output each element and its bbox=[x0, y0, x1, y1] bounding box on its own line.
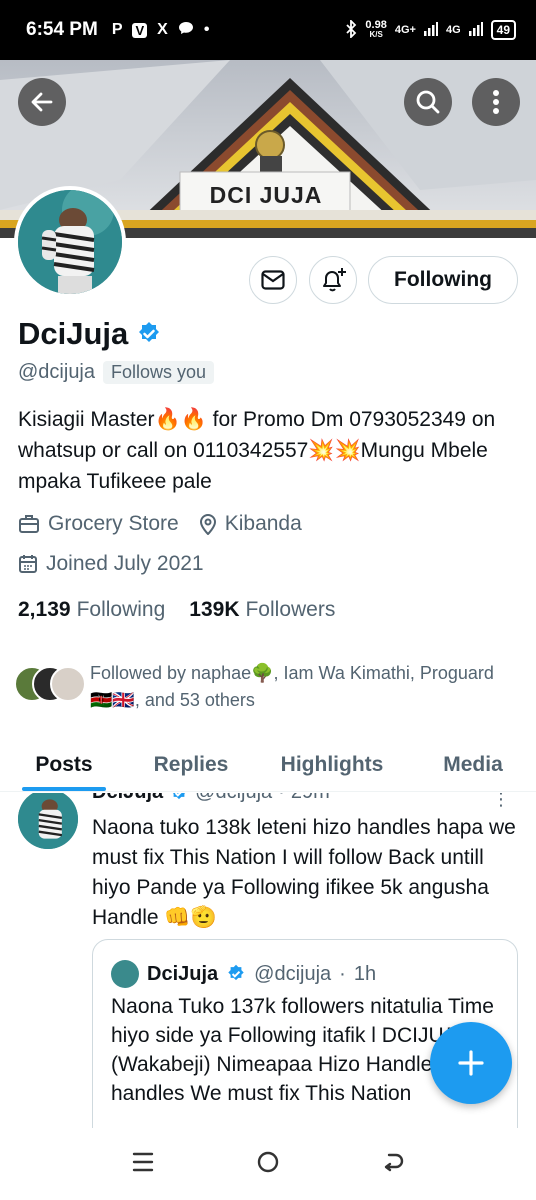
quote-header: DciJuja @dcijuja · 1h bbox=[111, 960, 376, 988]
profile-category: Grocery Store bbox=[48, 512, 179, 535]
vpn-icon: V bbox=[132, 22, 148, 38]
pinterest-icon: P bbox=[111, 21, 123, 38]
tab-active-indicator bbox=[22, 787, 106, 791]
tab-media[interactable]: Media bbox=[410, 738, 536, 791]
notifications-button[interactable] bbox=[309, 256, 357, 304]
profile-avatar[interactable] bbox=[14, 186, 126, 298]
tweet-text: Naona tuko 138k leteni hizo handles hapa… bbox=[92, 816, 516, 929]
back-arrow-icon bbox=[385, 1153, 404, 1171]
net-speed: 0.98 K/S bbox=[365, 19, 387, 40]
verified-badge-icon[interactable] bbox=[136, 321, 162, 347]
followed-by-avatars bbox=[14, 666, 86, 706]
menu-lines-icon bbox=[132, 1152, 153, 1171]
tab-label: Posts bbox=[35, 752, 93, 776]
search-button[interactable] bbox=[404, 78, 452, 126]
verified-badge-icon bbox=[173, 793, 185, 799]
network-4g-plus: 4G+ bbox=[394, 24, 416, 36]
follows-you-badge: Follows you bbox=[103, 361, 215, 384]
home-circle-icon bbox=[257, 1151, 279, 1172]
tweet-handle: @dcijuja bbox=[195, 793, 272, 804]
network-4g: 4G bbox=[445, 24, 461, 36]
location-pin-icon bbox=[199, 514, 216, 535]
calendar-icon bbox=[19, 555, 37, 573]
search-icon bbox=[416, 90, 440, 114]
tab-replies[interactable]: Replies bbox=[128, 738, 254, 791]
separator-dot: · bbox=[278, 793, 285, 804]
following-button[interactable]: Following bbox=[368, 256, 518, 304]
status-bar: 6:54 PM P V X • 0.98 K/S 4G+ 4G 49 bbox=[0, 0, 536, 60]
banner-sign-text: DCI JUJA bbox=[209, 182, 323, 208]
name-row: DciJuja bbox=[18, 316, 162, 352]
profile-meta-row: Grocery Store Kibanda bbox=[18, 512, 302, 536]
tab-posts[interactable]: Posts bbox=[0, 738, 128, 791]
profile-location: Kibanda bbox=[224, 512, 302, 535]
following-stat[interactable]: 2,139 Following bbox=[18, 598, 165, 622]
chat-icon bbox=[178, 21, 194, 40]
status-time: 6:54 PM bbox=[26, 19, 98, 40]
following-count: 2,139 bbox=[18, 598, 71, 621]
location-item: Kibanda bbox=[199, 512, 302, 536]
joined-row: Joined July 2021 bbox=[18, 552, 204, 576]
dot-icon: • bbox=[203, 21, 210, 38]
verified-badge-icon bbox=[228, 964, 244, 981]
signal-icon bbox=[423, 21, 438, 39]
quote-author-name: DciJuja bbox=[147, 962, 219, 985]
quote-time: 1h bbox=[353, 962, 377, 985]
tab-label: Media bbox=[443, 752, 503, 776]
avatar-image bbox=[18, 190, 122, 294]
recents-button[interactable] bbox=[131, 1151, 155, 1178]
tab-label: Highlights bbox=[280, 752, 384, 776]
more-options-button[interactable] bbox=[472, 78, 520, 126]
system-nav-bar bbox=[0, 1128, 536, 1200]
compose-post-button[interactable] bbox=[430, 1022, 512, 1104]
category-item: Grocery Store bbox=[18, 512, 179, 536]
x-app-icon: X bbox=[157, 21, 168, 38]
home-button[interactable] bbox=[256, 1150, 280, 1179]
quote-avatar bbox=[111, 960, 139, 988]
separator-dot: · bbox=[339, 962, 346, 985]
followers-label: Followers bbox=[245, 598, 336, 621]
tweet-avatar[interactable] bbox=[18, 793, 78, 849]
followers-count: 139K bbox=[189, 598, 240, 621]
tab-highlights[interactable]: Highlights bbox=[254, 738, 410, 791]
profile-handle: @dcijuja bbox=[18, 361, 96, 383]
bluetooth-icon bbox=[345, 18, 357, 41]
bell-plus-icon bbox=[323, 268, 346, 292]
status-system-icons: 0.98 K/S 4G+ 4G 49 bbox=[345, 18, 516, 41]
tweet-more-icon[interactable]: ⋮ bbox=[492, 793, 510, 810]
tweet-header: DciJuja @dcijuja · 29m bbox=[92, 793, 330, 804]
battery-indicator: 49 bbox=[490, 20, 516, 40]
mini-avatar bbox=[50, 666, 86, 702]
profile-bio: Kisiagii Master🔥🔥 for Promo Dm 079305234… bbox=[18, 408, 496, 493]
followed-by-text: Followed by naphae🌳, Iam Wa Kimathi, Pro… bbox=[90, 663, 494, 710]
profile-tabs: Posts Replies Highlights Media bbox=[0, 738, 536, 792]
joined-item: Joined July 2021 bbox=[18, 552, 204, 576]
follow-stats: 2,139 Following 139K Followers bbox=[18, 598, 335, 622]
envelope-icon bbox=[261, 270, 285, 290]
tweet-time: 29m bbox=[291, 793, 330, 804]
tab-label: Replies bbox=[153, 752, 229, 776]
briefcase-icon bbox=[19, 515, 39, 533]
more-vertical-icon bbox=[493, 90, 499, 114]
followed-by-row[interactable]: Followed by naphae🌳, Iam Wa Kimathi, Pro… bbox=[14, 660, 510, 714]
message-button[interactable] bbox=[249, 256, 297, 304]
avatar-image bbox=[18, 793, 78, 849]
plus-icon bbox=[458, 1050, 484, 1076]
back-button[interactable] bbox=[18, 78, 66, 126]
profile-joined: Joined July 2021 bbox=[46, 552, 204, 575]
signal-icon-2 bbox=[468, 21, 483, 39]
display-name: DciJuja bbox=[18, 316, 129, 351]
arrow-left-icon bbox=[31, 92, 53, 112]
status-notification-icons: P V X • bbox=[112, 21, 210, 40]
followers-stat[interactable]: 139K Followers bbox=[189, 598, 335, 622]
quote-handle: @dcijuja bbox=[254, 962, 332, 985]
tweet-author-name[interactable]: DciJuja bbox=[92, 793, 163, 804]
handle-row: @dcijuja Follows you bbox=[18, 361, 215, 384]
following-label: Following bbox=[76, 598, 166, 621]
back-nav-button[interactable] bbox=[381, 1150, 405, 1179]
